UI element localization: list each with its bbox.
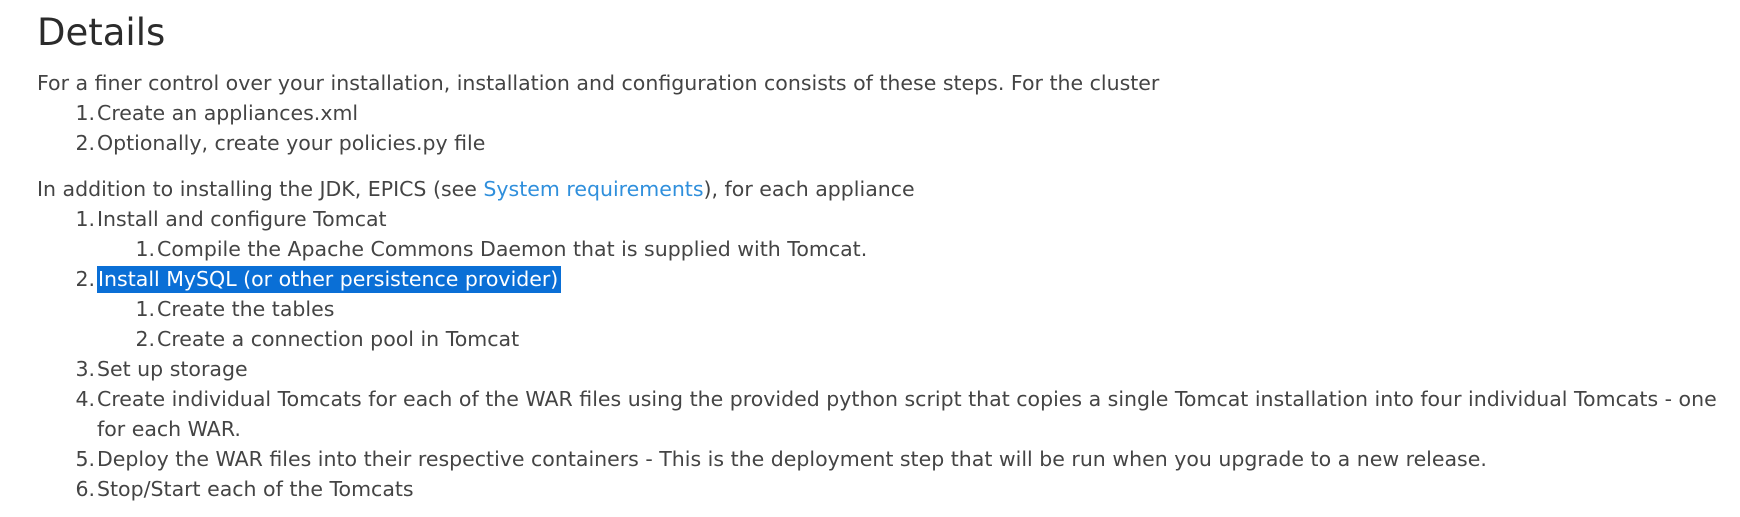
list-item: 4. Create individual Tomcats for each of… <box>37 384 1737 444</box>
list-number: 1. <box>75 101 95 125</box>
appliance-intro-paragraph: In addition to installing the JDK, EPICS… <box>37 174 1737 204</box>
list-item-text: Compile the Apache Commons Daemon that i… <box>157 237 868 261</box>
page-title: Details <box>37 11 166 54</box>
list-number: 6. <box>75 477 95 501</box>
list-number: 1. <box>135 297 155 321</box>
list-number: 1. <box>75 207 95 231</box>
list-item: 5. Deploy the WAR files into their respe… <box>37 444 1737 474</box>
list-item: 2. Optionally, create your policies.py f… <box>37 128 1737 158</box>
list-number: 4. <box>75 387 95 411</box>
cluster-intro-paragraph: For a finer control over your installati… <box>37 71 1160 95</box>
list-item-text: Install and configure Tomcat <box>97 207 387 231</box>
list-number: 5. <box>75 447 95 471</box>
list-number: 1. <box>135 237 155 261</box>
list-item: 1. Install and configure Tomcat <box>37 204 1737 234</box>
list-item: 1. Create an appliances.xml <box>37 98 1737 128</box>
list-item-text: Optionally, create your policies.py file <box>97 131 486 155</box>
list-item: 2. Install MySQL (or other persistence p… <box>37 264 1737 294</box>
system-requirements-link[interactable]: System requirements <box>483 177 703 201</box>
list-item-text: Create individual Tomcats for each of th… <box>97 387 1717 441</box>
appliance-intro-before: In addition to installing the JDK, EPICS… <box>37 177 484 201</box>
sub-list-item: 2. Create a connection pool in Tomcat <box>37 324 1737 354</box>
appliance-intro-after: ), for each appliance <box>703 177 915 201</box>
list-item-text: Create a connection pool in Tomcat <box>157 327 520 351</box>
list-item-text: Create an appliances.xml <box>97 101 359 125</box>
sub-list-item: 1. Compile the Apache Commons Daemon tha… <box>37 234 1737 264</box>
sub-list-item: 1. Create the tables <box>37 294 1737 324</box>
list-item: 6. Stop/Start each of the Tomcats <box>37 474 1737 504</box>
list-item-text: Deploy the WAR files into their respecti… <box>97 447 1487 471</box>
selected-text[interactable]: Install MySQL (or other persistence prov… <box>97 266 562 293</box>
list-number: 2. <box>75 131 95 155</box>
list-item: 3. Set up storage <box>37 354 1737 384</box>
list-number: 3. <box>75 357 95 381</box>
list-item-text: Set up storage <box>97 357 248 381</box>
cluster-steps-list: 1. Create an appliances.xml 2. Optionall… <box>37 98 1737 158</box>
list-item-text: Create the tables <box>157 297 335 321</box>
appliance-steps-list: 1. Install and configure Tomcat 1. Compi… <box>37 204 1737 504</box>
list-number: 2. <box>135 327 155 351</box>
document-content: Details For a finer control over your in… <box>37 0 1737 504</box>
list-item-text: Stop/Start each of the Tomcats <box>97 477 414 501</box>
list-number: 2. <box>75 267 95 291</box>
